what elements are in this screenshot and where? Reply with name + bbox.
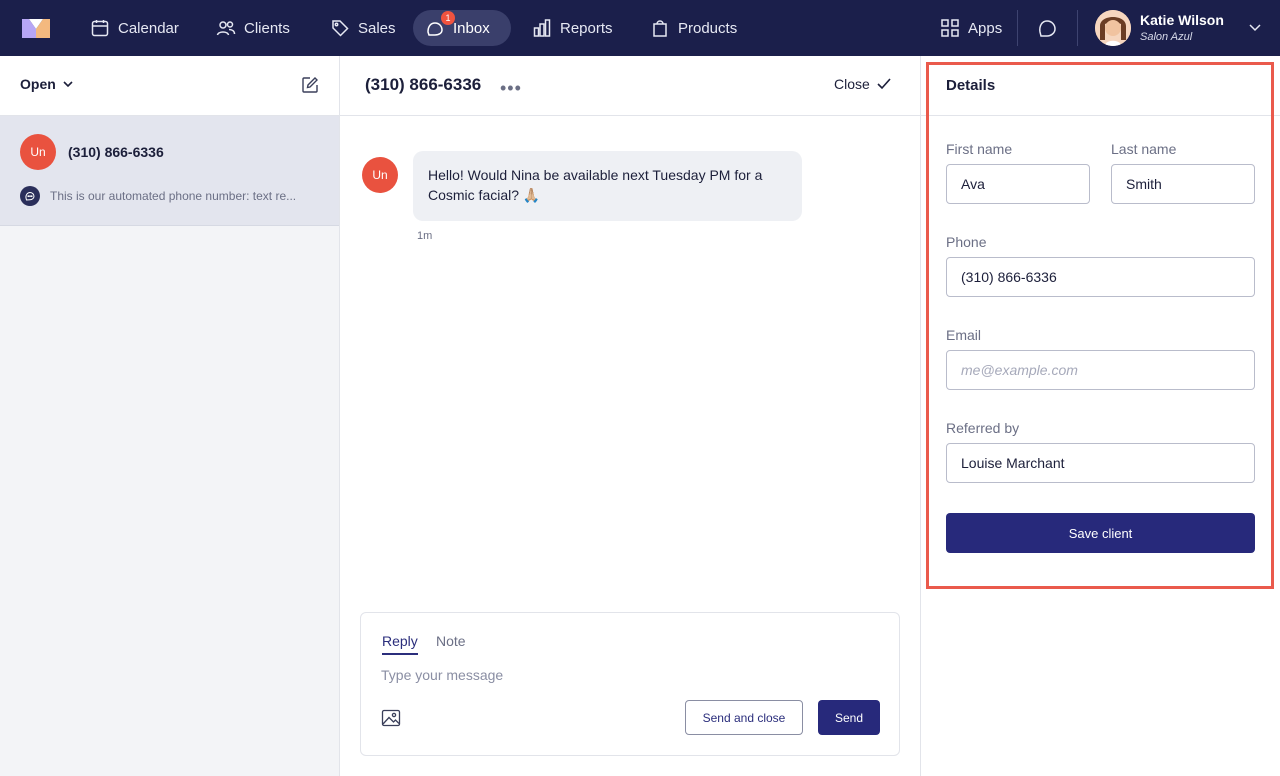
- conversation-item[interactable]: Un (310) 866-6336 This is our automated …: [0, 116, 339, 226]
- user-avatar[interactable]: [1095, 10, 1131, 46]
- inbox-badge: 1: [441, 11, 455, 25]
- nav-clients[interactable]: Clients: [204, 10, 302, 46]
- conversation-title: (310) 866-6336: [68, 144, 164, 160]
- send-and-close-button[interactable]: Send and close: [685, 700, 803, 735]
- chevron-down-icon[interactable]: [1248, 20, 1262, 34]
- tab-reply[interactable]: Reply: [382, 633, 418, 655]
- details-title: Details: [946, 77, 996, 94]
- nav-divider: [1017, 10, 1018, 46]
- conversation-preview: This is our automated phone number: text…: [50, 189, 297, 203]
- message-bubble: Hello! Would Nina be available next Tues…: [413, 151, 802, 221]
- contact-avatar: Un: [20, 134, 56, 170]
- save-client-button[interactable]: Save client: [946, 513, 1255, 553]
- thread-panel: (310) 866-6336 ••• Close Un Hello! Would…: [340, 56, 921, 776]
- details-panel: Details First name Last name Phone Email…: [921, 56, 1280, 776]
- email-field[interactable]: [946, 350, 1255, 390]
- email-label: Email: [946, 327, 982, 343]
- user-name: Katie Wilson: [1140, 12, 1224, 28]
- nav-sales[interactable]: Sales: [318, 10, 408, 46]
- details-header: Details: [921, 56, 1280, 116]
- phone-label: Phone: [946, 234, 987, 250]
- checkmark-icon: [877, 78, 891, 90]
- image-attach-icon[interactable]: [381, 708, 401, 728]
- user-photo-icon: [1095, 10, 1131, 46]
- nav-apps-label: Apps: [968, 19, 1003, 37]
- nav-reports[interactable]: Reports: [520, 10, 625, 46]
- close-label: Close: [834, 76, 870, 92]
- message-input[interactable]: [381, 665, 881, 685]
- nav-inbox-label: Inbox: [453, 19, 490, 37]
- nav-calendar-label: Calendar: [118, 19, 179, 37]
- status-filter-label: Open: [20, 76, 56, 92]
- tab-note[interactable]: Note: [436, 633, 466, 649]
- user-salon: Salon Azul: [1140, 31, 1193, 43]
- more-options-icon[interactable]: •••: [500, 78, 522, 99]
- first-name-field[interactable]: [946, 164, 1090, 204]
- message-time: 1m: [417, 230, 433, 242]
- chevron-down-icon: [63, 81, 73, 88]
- thread-title: (310) 866-6336: [365, 75, 482, 94]
- phone-field[interactable]: [946, 257, 1255, 297]
- message-avatar: Un: [362, 157, 398, 193]
- status-filter-dropdown[interactable]: Open: [20, 76, 74, 92]
- send-button[interactable]: Send: [818, 700, 880, 735]
- tag-icon: [332, 20, 349, 37]
- nav-sales-label: Sales: [358, 19, 396, 37]
- last-name-field[interactable]: [1111, 164, 1255, 204]
- users-icon: [216, 21, 236, 36]
- nav-inbox[interactable]: 1 Inbox: [413, 10, 511, 46]
- referred-by-field[interactable]: [946, 443, 1255, 483]
- conversation-list-header: Open: [0, 56, 339, 116]
- top-nav: Calendar Clients Sales 1 Inbox Reports P…: [0, 0, 1280, 56]
- chat-bubble-icon[interactable]: [1036, 17, 1058, 39]
- thread-header: (310) 866-6336 ••• Close: [340, 56, 921, 116]
- calendar-icon: [91, 20, 109, 37]
- referred-by-label: Referred by: [946, 420, 1020, 436]
- nav-apps[interactable]: Apps: [928, 10, 1014, 46]
- apps-grid-icon: [941, 19, 959, 37]
- close-conversation-button[interactable]: Close: [834, 76, 892, 92]
- conversation-list-panel: Open Un (310) 866-6336 This is our autom…: [0, 56, 340, 776]
- nav-products-label: Products: [678, 19, 738, 37]
- first-name-label: First name: [946, 141, 1013, 157]
- logo-icon[interactable]: [20, 16, 52, 40]
- nav-products[interactable]: Products: [638, 10, 749, 46]
- nav-divider: [1077, 10, 1078, 46]
- sms-channel-icon: [20, 186, 40, 206]
- nav-clients-label: Clients: [244, 19, 290, 37]
- shopping-bag-icon: [653, 20, 667, 37]
- nav-reports-label: Reports: [560, 19, 613, 37]
- last-name-label: Last name: [1111, 141, 1177, 157]
- compose-icon[interactable]: [301, 76, 319, 94]
- message-composer: Reply Note Send and close Send: [360, 612, 900, 756]
- nav-calendar[interactable]: Calendar: [78, 10, 191, 46]
- bar-chart-icon: [533, 19, 551, 37]
